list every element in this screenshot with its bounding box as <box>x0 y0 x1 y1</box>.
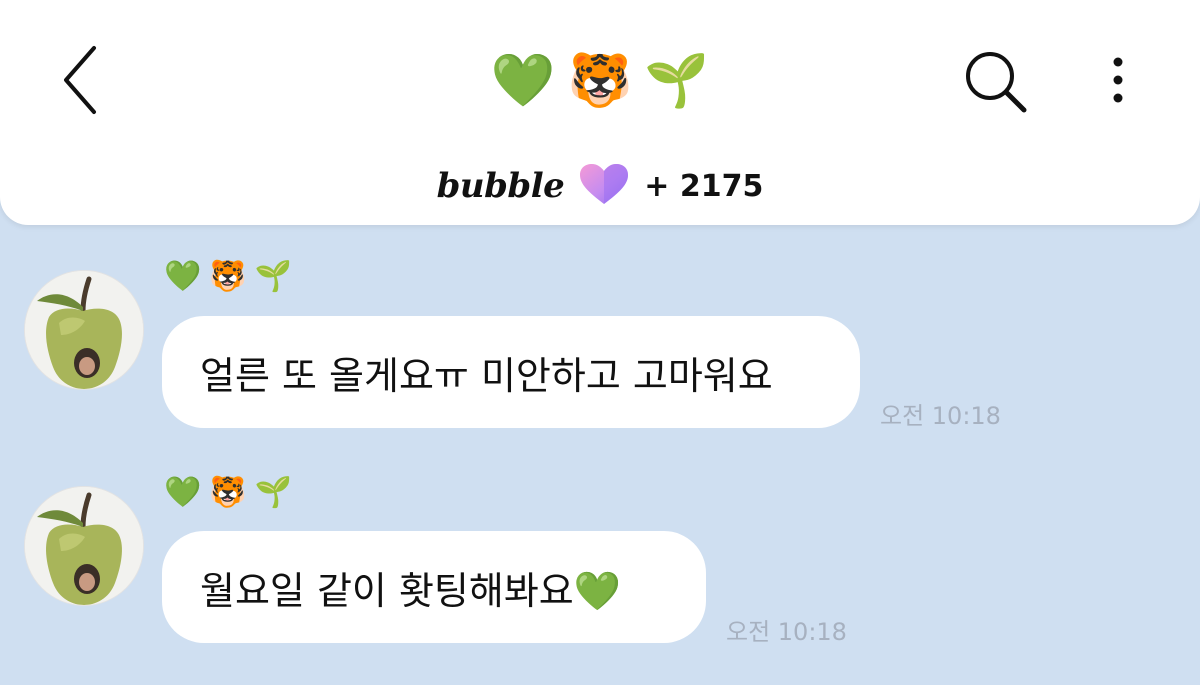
title-heart-emoji: 💚 <box>490 52 556 110</box>
title-seedling-emoji: 🌱 <box>644 52 710 110</box>
avatar[interactable] <box>24 270 144 390</box>
sender-tiger-emoji: 🐯 <box>209 476 247 509</box>
apple-costume-avatar-image <box>25 271 143 389</box>
message-bubble[interactable]: 얼른 또 올게요ㅠ 미안하고 고마워요 <box>162 316 860 428</box>
back-arrow-icon <box>64 46 96 114</box>
bubble-brand-label: bubble <box>436 166 565 206</box>
bubble-heart-icon <box>578 162 630 211</box>
message-text: 얼른 또 올게요ㅠ 미안하고 고마워요 <box>200 353 773 398</box>
sender-seedling-emoji: 🌱 <box>254 260 293 293</box>
message-bubble[interactable]: 월요일 같이 홧팅해봐요💚 <box>162 531 706 643</box>
title-tiger-emoji: 🐯 <box>567 52 633 110</box>
sender-heart-emoji: 💚 <box>164 476 202 509</box>
message-timestamp: 오전 10:18 <box>880 402 1001 430</box>
sender-seedling-emoji: 🌱 <box>254 476 293 509</box>
apple-costume-avatar-image <box>25 487 143 605</box>
search-icon <box>966 52 1027 113</box>
back-button[interactable] <box>50 42 110 118</box>
chat-title: 💚 🐯 🌱 <box>480 46 720 116</box>
chat-header: 💚 🐯 🌱 bubble + 2175 <box>0 0 1200 225</box>
sender-name: 💚 🐯 🌱 <box>164 262 292 292</box>
message-timestamp: 오전 10:18 <box>726 618 847 646</box>
avatar[interactable] <box>24 486 144 606</box>
more-options-button[interactable] <box>1098 48 1138 108</box>
bubble-subscription-bar[interactable]: bubble + 2175 <box>0 160 1200 212</box>
search-button[interactable] <box>958 44 1034 120</box>
sender-tiger-emoji: 🐯 <box>209 260 247 293</box>
sender-heart-emoji: 💚 <box>164 260 202 293</box>
sender-name: 💚 🐯 🌱 <box>164 478 292 508</box>
message-text: 월요일 같이 홧팅해봐요💚 <box>200 568 622 613</box>
subscriber-count: + 2175 <box>644 168 764 204</box>
more-vertical-icon <box>1113 57 1123 103</box>
